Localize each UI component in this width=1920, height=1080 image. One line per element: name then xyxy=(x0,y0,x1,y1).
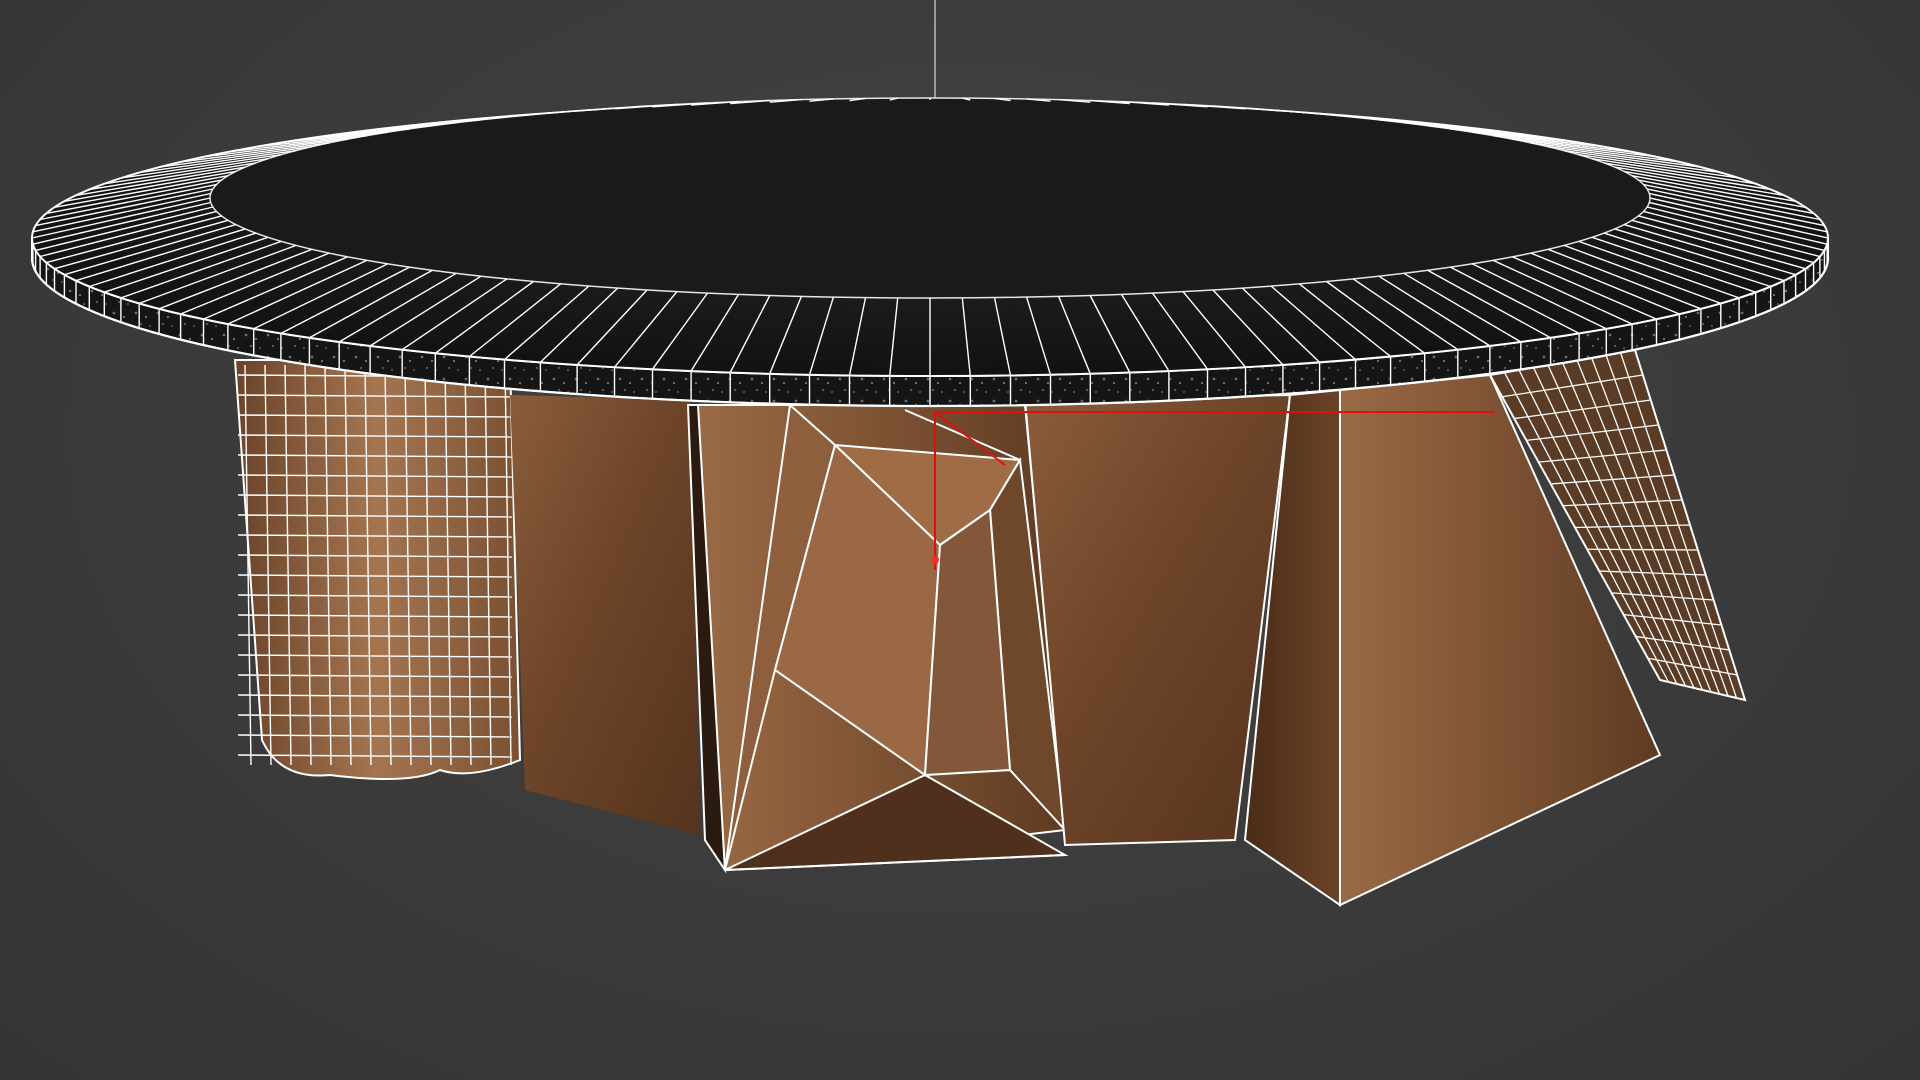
table-top[interactable] xyxy=(30,97,1830,408)
table-top-inner-ring xyxy=(209,97,1651,299)
scene-canvas[interactable] xyxy=(0,0,1920,1080)
gizmo-pivot xyxy=(931,556,939,564)
base-panel-right xyxy=(1023,393,1292,847)
base-panel-back-left xyxy=(510,395,700,835)
table-base[interactable] xyxy=(233,348,1747,907)
base-faceted-center xyxy=(696,403,1069,872)
3d-viewport[interactable] xyxy=(0,0,1920,1080)
panel-wire-h xyxy=(1587,548,1698,551)
